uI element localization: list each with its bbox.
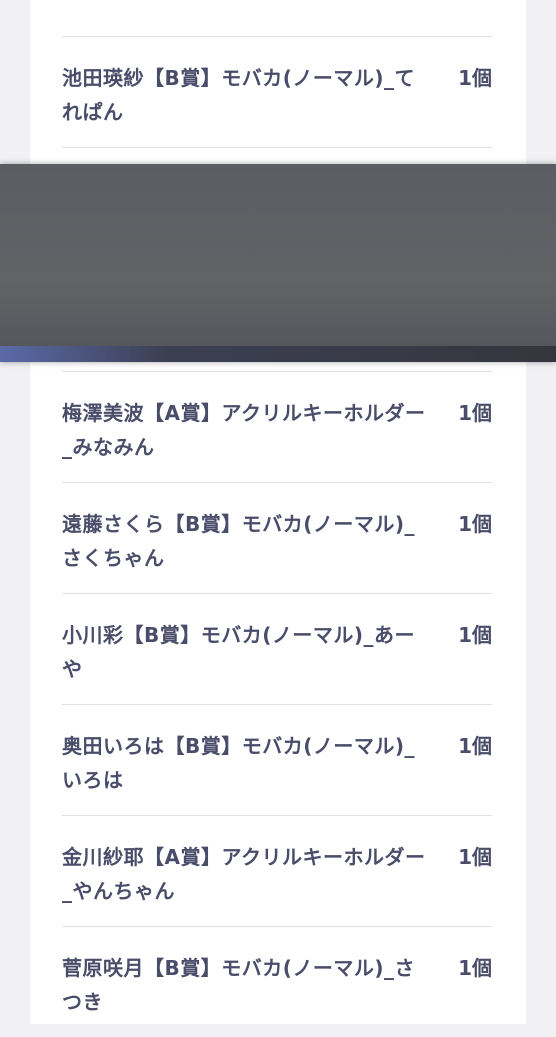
item-quantity: 1個 (458, 956, 492, 980)
list-item: 奥田いろは【B賞】モバカ(ノーマル)_いろは 1個 (62, 704, 492, 815)
list-item: 梅澤美波【A賞】アクリルキーホルダー_みなみん 1個 (62, 371, 492, 482)
item-quantity: 1個 (458, 845, 492, 869)
item-name: 金川紗耶【A賞】アクリルキーホルダー_やんちゃん (62, 845, 426, 903)
item-quantity: 1個 (458, 512, 492, 536)
item-name: 池田瑛紗【B賞】モバカ(ノーマル)_てれぱん (62, 66, 416, 124)
list-item: 金川紗耶【A賞】アクリルキーホルダー_やんちゃん 1個 (62, 815, 492, 926)
list-item: 菅原咲月【B賞】モバカ(ノーマル)_さつき 1個 (62, 926, 492, 1037)
item-quantity: 1個 (458, 401, 492, 425)
item-name: 菅原咲月【B賞】モバカ(ノーマル)_さつき (62, 956, 416, 1014)
item-name: 梅澤美波【A賞】アクリルキーホルダー_みなみん (62, 401, 426, 459)
list-item: 遠藤さくら【B賞】モバカ(ノーマル)_さくちゃん 1個 (62, 482, 492, 593)
item-quantity: 1個 (458, 734, 492, 758)
item-quantity: 1個 (458, 66, 492, 90)
item-name: 遠藤さくら【B賞】モバカ(ノーマル)_さくちゃん (62, 512, 416, 570)
item-name: 小川彩【B賞】モバカ(ノーマル)_あーや (62, 623, 416, 681)
redaction-overlay (0, 164, 556, 362)
list-item: 小川彩【B賞】モバカ(ノーマル)_あーや 1個 (62, 593, 492, 704)
item-name: 奥田いろは【B賞】モバカ(ノーマル)_いろは (62, 734, 416, 792)
item-quantity: 1個 (458, 623, 492, 647)
list-item: 池田瑛紗【B賞】モバカ(ノーマル)_てれぱん 1個 (62, 36, 492, 147)
